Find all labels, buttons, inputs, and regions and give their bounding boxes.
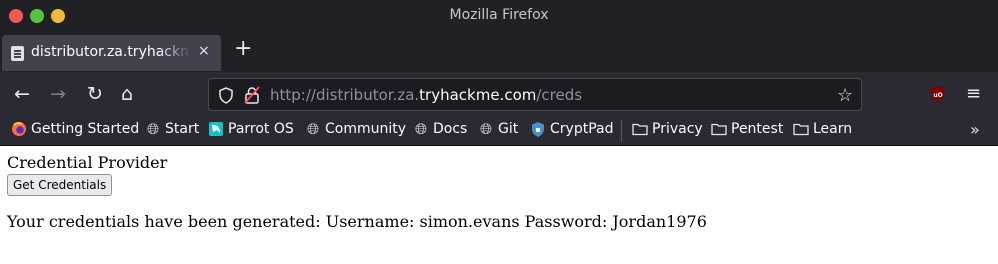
home-button[interactable]: ⌂	[121, 84, 133, 104]
bookmark-label: Start	[165, 121, 200, 137]
bookmark-folder-pentest[interactable]: Pentest	[711, 121, 783, 137]
bookmark-label: Learn	[813, 121, 853, 137]
new-tab-button[interactable]: +	[234, 38, 252, 60]
window-title: Mozilla Firefox	[449, 7, 549, 23]
bookmark-folder-privacy[interactable]: Privacy	[632, 121, 703, 137]
title-bar: Mozilla Firefox	[0, 0, 998, 32]
url-bar[interactable]: http://distributor.za.tryhackme.com/cred…	[208, 78, 862, 111]
page-title: Credential Provider	[7, 153, 168, 172]
tab-active[interactable]: distributor.za.tryhackme.com/creds ×	[2, 35, 221, 71]
svg-text:uO: uO	[933, 92, 942, 99]
globe-icon: 🌐︎	[146, 120, 159, 138]
url-text[interactable]: http://distributor.za.tryhackme.com/cred…	[270, 86, 582, 104]
bookmark-git[interactable]: 🌐︎ Git	[478, 121, 518, 137]
bookmark-label: Git	[498, 121, 519, 137]
folder-icon	[632, 123, 648, 136]
url-domain: tryhackme.com	[419, 86, 537, 104]
globe-icon: 🌐︎	[306, 120, 319, 138]
bookmarks-bar: Getting Started 🌐︎ Start Parrot OS 🌐︎ Co…	[0, 116, 998, 146]
url-path: /creds	[536, 86, 583, 104]
bookmark-community[interactable]: 🌐︎ Community	[305, 121, 406, 137]
bookmark-getting-started[interactable]: Getting Started	[11, 121, 139, 137]
page-favicon-icon	[11, 46, 24, 61]
tracking-protection-shield-icon[interactable]	[218, 87, 234, 104]
bookmark-label: CryptPad	[550, 121, 614, 137]
bookmark-cryptpad[interactable]: CryptPad	[530, 121, 613, 137]
forward-button[interactable]: →	[50, 84, 66, 104]
get-credentials-button[interactable]: Get Credentials	[7, 174, 113, 196]
nav-bar: ← → ↻ ⌂ http://distributor.za.tryhackme.…	[0, 72, 998, 116]
credentials-result: Your credentials have been generated: Us…	[7, 212, 707, 231]
bookmarks-separator	[621, 120, 622, 142]
ublock-origin-icon[interactable]: uO	[930, 85, 946, 103]
folder-icon	[711, 123, 727, 136]
tab-title: distributor.za.tryhackme.com/creds	[31, 44, 191, 60]
page-content: Credential Provider Get Credentials Your…	[0, 146, 998, 264]
reload-button[interactable]: ↻	[87, 84, 103, 104]
bookmark-label: Pentest	[731, 121, 784, 137]
firefox-icon	[12, 122, 26, 136]
globe-icon: 🌐︎	[414, 120, 427, 138]
cryptpad-icon	[532, 122, 544, 137]
bookmark-label: Getting Started	[31, 121, 140, 137]
bookmarks-overflow-chevron-icon[interactable]: »	[970, 120, 980, 139]
bookmark-label: Privacy	[652, 121, 703, 137]
folder-icon	[793, 123, 809, 136]
bookmark-parrot-os[interactable]: Parrot OS	[208, 121, 294, 137]
bookmark-label: Parrot OS	[228, 121, 294, 137]
parrot-icon	[209, 122, 223, 136]
bookmark-star-icon[interactable]: ☆	[837, 85, 853, 106]
bookmark-folder-learn[interactable]: Learn	[793, 121, 852, 137]
tab-close-icon[interactable]: ×	[198, 43, 210, 59]
globe-icon: 🌐︎	[479, 120, 492, 138]
bookmark-docs[interactable]: 🌐︎ Docs	[413, 121, 467, 137]
back-button[interactable]: ←	[14, 84, 30, 104]
insecure-lock-icon[interactable]	[244, 86, 260, 104]
bookmark-label: Docs	[433, 121, 468, 137]
bookmark-label: Community	[325, 121, 407, 137]
bookmark-start[interactable]: 🌐︎ Start	[145, 121, 199, 137]
url-prefix: http://distributor.za.	[270, 86, 420, 104]
app-menu-icon[interactable]: ≡	[966, 83, 981, 104]
tab-strip: distributor.za.tryhackme.com/creds ×	[0, 32, 998, 72]
